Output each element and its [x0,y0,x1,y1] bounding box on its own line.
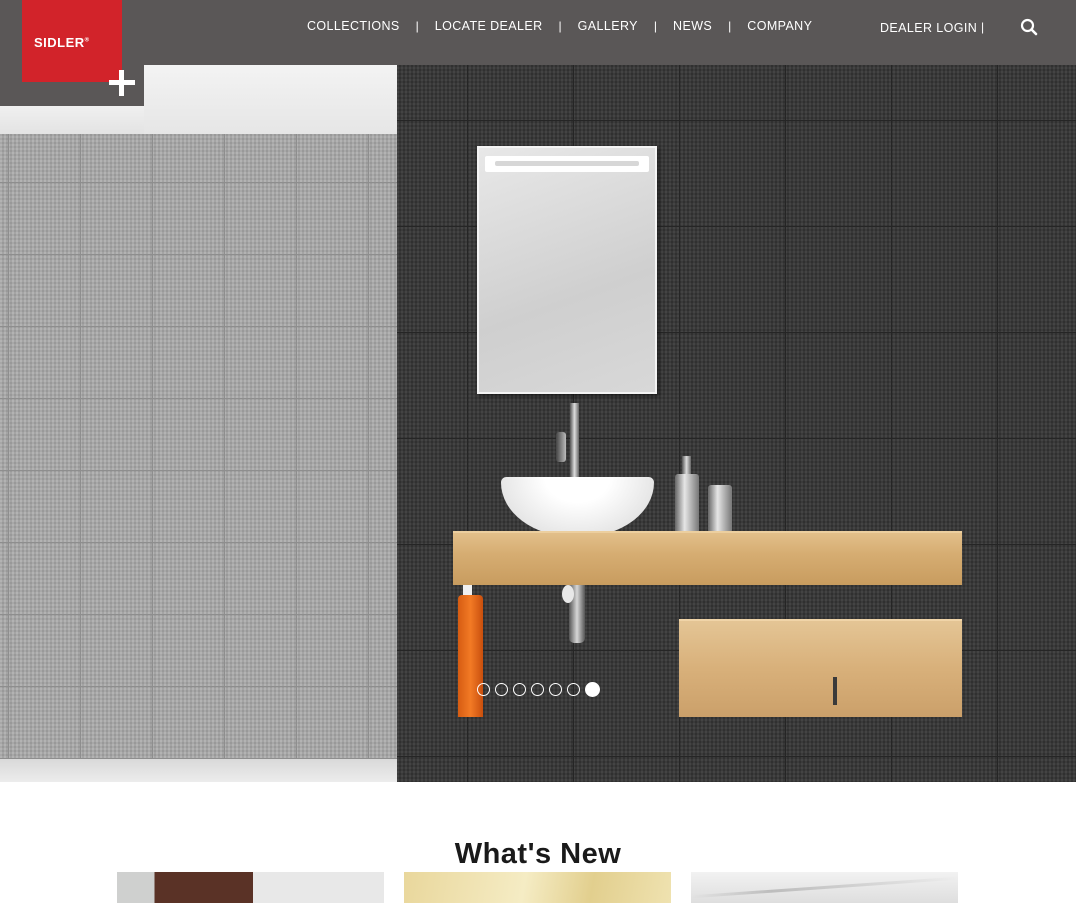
header-separator: | [981,20,985,34]
slider-dot-3[interactable] [513,682,526,696]
slider-dot-2[interactable] [495,682,508,696]
faucet [570,403,579,478]
whats-new-card-1[interactable] [117,872,384,903]
slider-dot-5[interactable] [549,682,562,696]
nav-locate-dealer[interactable]: LOCATE DEALER [419,19,559,33]
orange-towel [458,595,483,717]
nav-company[interactable]: COMPANY [731,19,828,33]
wooden-vanity-shelf [453,531,962,585]
slider-dot-7-active[interactable] [585,681,600,697]
hero-floor [0,759,397,782]
product-mirror-cabinet [477,146,657,394]
tumbler [708,485,732,533]
soap-dispenser [675,474,699,534]
hero-grey-tile-wall [0,134,397,782]
whats-new-card-2[interactable] [404,872,671,903]
soap-dispenser-pump [682,456,691,476]
nav-gallery[interactable]: GALLERY [562,19,654,33]
main-nav: COLLECTIONS | LOCATE DEALER | GALLERY | … [291,18,828,34]
slider-dot-4[interactable] [531,682,544,696]
nav-collections[interactable]: COLLECTIONS [291,19,416,33]
mirror-light-bar [485,156,649,172]
cabinet-handle [833,677,837,705]
logo-wordmark: SIDLER® [34,35,90,50]
logo-plus-icon [109,70,135,96]
whats-new-card-3[interactable] [691,872,958,903]
search-icon[interactable] [1020,18,1038,36]
hero-wall-highlight [0,106,144,134]
slider-pagination [477,681,600,697]
slider-dot-1[interactable] [477,682,490,696]
faucet-lever [556,432,566,462]
nav-news[interactable]: NEWS [657,19,728,33]
sidler-logo[interactable]: SIDLER® [22,0,122,82]
hero-wall-highlight [144,65,397,134]
slider-dot-6[interactable] [567,682,580,696]
wooden-drawer-cabinet [679,619,962,717]
dealer-login-link[interactable]: DEALER LOGIN [880,21,977,35]
site-header: COLLECTIONS | LOCATE DEALER | GALLERY | … [0,0,1076,65]
whats-new-heading: What's New [454,838,622,870]
drain-knob [562,585,574,603]
